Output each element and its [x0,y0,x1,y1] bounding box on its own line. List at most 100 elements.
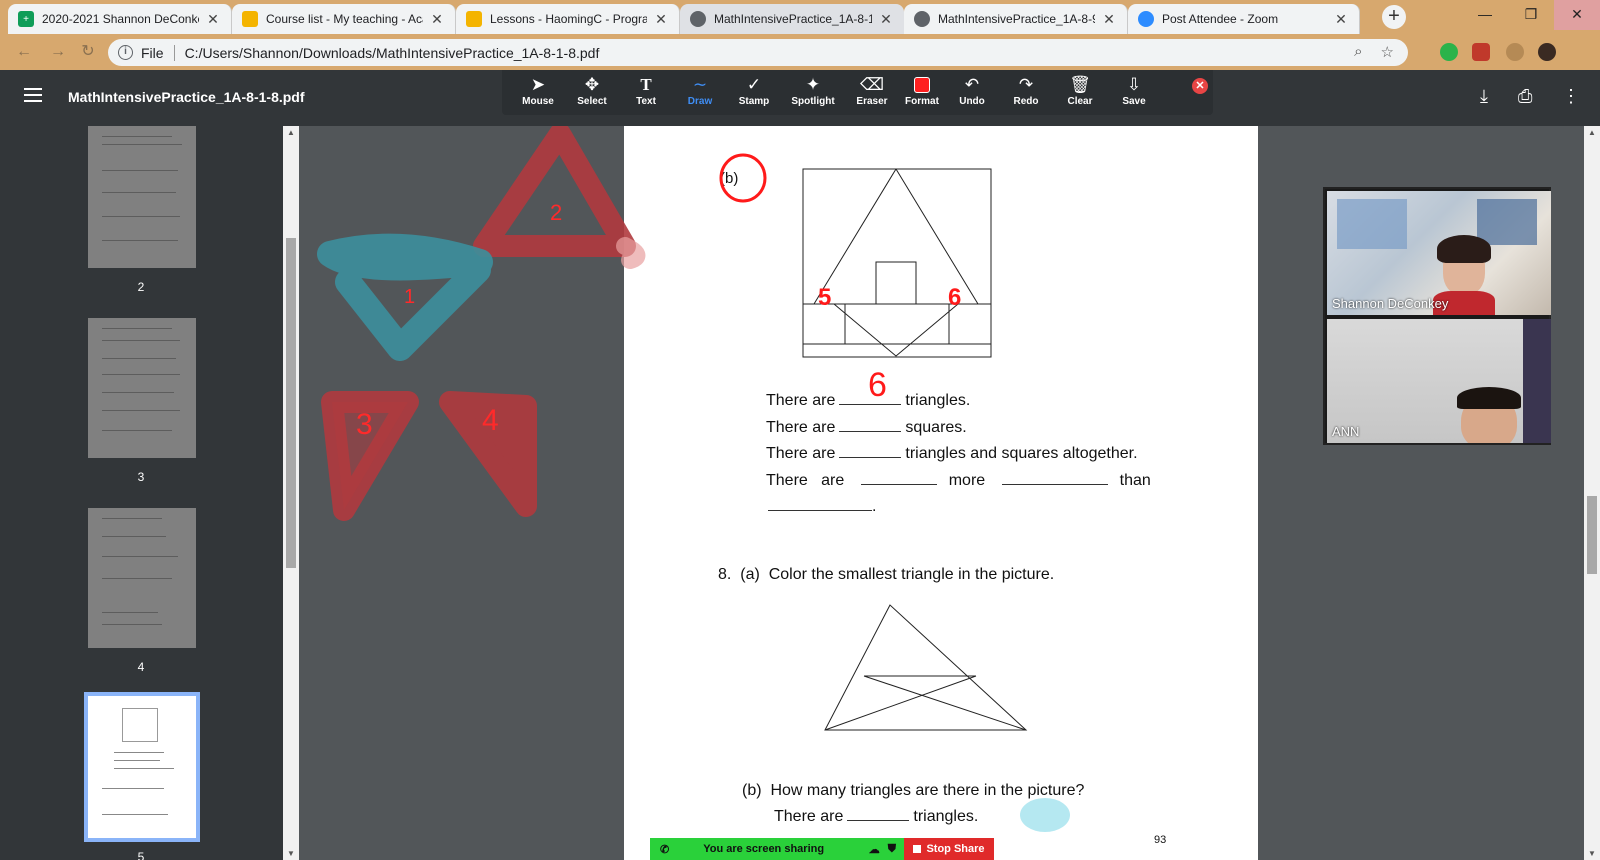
back-button[interactable]: ← [12,40,36,64]
phone-icon: ✆ [660,843,670,856]
sidebar-scrollbar[interactable]: ▲ ▼ [283,126,299,860]
bookmark-icon [466,11,482,27]
ink-number-6: 6 [948,284,962,311]
video-tile-host[interactable]: Shannon DeConkey [1327,191,1551,315]
thumb-line [102,136,172,137]
reload-button[interactable]: ↻ [76,40,100,64]
close-icon[interactable]: ✕ [1101,11,1117,28]
pdf-page: (b) There are triangles. There are squares… [624,126,1258,860]
thumb-line [102,556,178,557]
thumb-line [102,192,176,193]
zoom-magnifier-icon[interactable]: ⌕ [1354,43,1362,61]
tool-select[interactable]: ✥ Select [564,74,620,107]
thumbnail-page-4[interactable] [88,508,196,648]
thumb-line [102,814,168,815]
scrollbar-thumb[interactable] [286,238,296,568]
divider [173,44,175,61]
thumbnail-number: 5 [137,850,145,860]
address-bar: ← → ↻ i File C:/Users/Shannon/Downloads/… [0,34,1600,70]
omnibox[interactable]: i File C:/Users/Shannon/Downloads/MathIn… [108,39,1408,66]
screen-share-bar: ✆ You are screen sharing ☁ ⛊ Stop Share [650,838,994,860]
window-close-button[interactable]: ✕ [1554,0,1600,30]
bookmark-star-icon[interactable]: ☆ [1381,43,1394,61]
thumb-line [114,760,160,761]
share-status[interactable]: ✆ You are screen sharing ☁ ⛊ [650,838,904,860]
tab-pdf-active[interactable]: MathIntensivePractice_1A-8-1- ✕ [680,4,904,34]
thumb-line [102,392,174,393]
url-text[interactable]: C:/Users/Shannon/Downloads/MathIntensive… [185,45,600,61]
thumbnail-page-2[interactable] [88,126,196,268]
freehand-annotations [317,126,646,521]
thumb-line [102,624,162,625]
close-icon[interactable]: ✕ [878,11,894,28]
tool-text[interactable]: T Text [618,74,674,107]
tab-pdf-2[interactable]: MathIntensivePractice_1A-8-9- ✕ [904,4,1128,34]
scrollbar-thumb[interactable] [1587,496,1597,574]
scheme-label: File [141,44,164,61]
scroll-up-icon[interactable]: ▲ [283,128,299,137]
ink-answer-6: 6 [868,366,887,404]
thumb-line [102,536,166,537]
tool-redo[interactable]: ↷ Redo [998,74,1054,107]
stop-share-label: Stop Share [926,843,985,855]
thumb-line [102,170,178,171]
close-icon[interactable]: ✕ [429,11,445,28]
tool-eraser[interactable]: ⌫ Eraser [844,74,900,107]
tool-format[interactable]: Format [894,74,950,107]
tab-title: Lessons - HaomingC - Program [490,12,647,26]
extension-icon[interactable] [1440,43,1458,61]
tool-stamp[interactable]: ✓ Stamp [726,74,782,107]
thumbnail-sidebar: 2 3 4 5 [0,126,283,860]
more-options-icon[interactable]: ⋮ [1562,86,1580,107]
tool-label: Stamp [738,96,770,107]
scroll-down-icon[interactable]: ▼ [283,849,299,858]
globe-icon [914,11,930,27]
close-icon[interactable]: ✕ [205,11,221,28]
restore-button[interactable]: ❐ [1508,0,1554,30]
video-panel: Shannon DeConkey ANN [1323,187,1551,445]
tool-mouse[interactable]: ➤ Mouse [510,74,566,107]
thumbnail-number: 4 [137,660,145,674]
tool-spotlight[interactable]: ✦ Spotlight [780,74,846,107]
info-icon[interactable]: i [118,45,133,60]
tool-label: Text [636,96,656,107]
ublock-icon[interactable] [1472,43,1490,61]
close-icon[interactable]: ✕ [653,11,669,28]
tab-title: Post Attendee - Zoom [1162,12,1279,26]
tool-undo[interactable]: ↶ Undo [944,74,1000,107]
tool-label: Draw [687,96,713,107]
tab-sheets[interactable]: + 2020-2021 Shannon DeConkey ✕ [8,4,232,34]
thumbnail-page-3[interactable] [88,318,196,458]
shield-icon[interactable]: ⛊ [888,843,896,856]
forward-button[interactable]: → [46,40,70,64]
print-icon[interactable]: ⎙ [1518,86,1532,107]
close-annotation-button[interactable]: ✕ [1192,78,1208,94]
document-scrollbar[interactable]: ▲ ▼ [1584,126,1600,860]
profile-avatar[interactable] [1538,43,1556,61]
scroll-up-icon[interactable]: ▲ [1584,128,1600,137]
poster-image [1337,199,1407,249]
text-icon: T [640,75,652,94]
puzzle-icon[interactable] [1506,43,1524,61]
tool-draw[interactable]: ∼ Draw [672,74,728,107]
thumbnail-page-5[interactable] [84,692,200,842]
scroll-down-icon[interactable]: ▼ [1584,849,1600,858]
tool-label: Select [577,96,607,107]
minimize-button[interactable]: — [1462,0,1508,30]
tab-zoom[interactable]: Post Attendee - Zoom ✕ [1128,4,1360,34]
annotation-toolbar: ➤ Mouse ✥ Select T Text ∼ Draw ✓ Stamp ✦… [502,70,1213,115]
close-icon[interactable]: ✕ [1333,11,1349,28]
tab-lessons[interactable]: Lessons - HaomingC - Program ✕ [456,4,680,34]
tab-course-list[interactable]: Course list - My teaching - Aca ✕ [232,4,456,34]
tool-clear[interactable]: 🗑 Clear [1052,74,1108,107]
new-tab-button[interactable]: + [1382,5,1406,29]
video-tile-student[interactable]: ANN [1327,319,1551,443]
tab-title: MathIntensivePractice_1A-8-9- [938,12,1095,26]
sheets-icon: + [18,11,34,27]
tool-save[interactable]: ⇩ Save [1106,74,1162,107]
cloud-icon[interactable]: ☁ [869,843,880,856]
download-icon[interactable]: ⤓ [1480,86,1488,107]
ink-annotations [719,153,767,203]
menu-icon[interactable] [24,88,42,102]
stop-share-button[interactable]: Stop Share [904,838,994,860]
